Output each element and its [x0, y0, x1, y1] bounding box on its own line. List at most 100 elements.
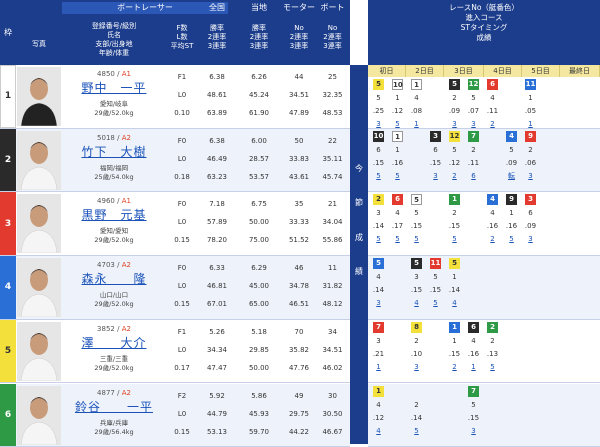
racer-info: 4877 / A2 鈴谷 一平 兵庫/兵庫 29歳/56.4kg: [62, 384, 166, 447]
race-no-badge: 10: [373, 131, 384, 142]
race-result-link[interactable]: 5: [407, 233, 426, 245]
current-series-label: 今 節 成 績: [350, 65, 368, 444]
race-no-badge: 12: [468, 79, 479, 90]
racer-class: A1: [122, 197, 131, 205]
race-result-link[interactable]: 3: [464, 425, 483, 437]
entry-course: 2: [407, 335, 426, 347]
entry-course: 4: [483, 92, 502, 104]
racer-fl-st: F0 L0 0.18: [166, 129, 198, 192]
race-result-link[interactable]: 5: [369, 233, 388, 245]
racer-name-link[interactable]: 澤 大介: [62, 334, 166, 351]
racer-photo: [17, 131, 61, 190]
st-timing: .06: [521, 157, 540, 169]
entry-course: 1: [445, 271, 464, 283]
legend-race-no: レースNo（艇番色）: [368, 3, 600, 13]
race-no-badge: 5: [411, 194, 422, 205]
racer-zenkoku: 5.92 44.79 53.13: [198, 384, 236, 447]
race-result-link[interactable]: 3: [521, 170, 540, 182]
racer-info: 4960 / A1 黒野 元基 愛知/愛知 29歳/52.0kg: [62, 192, 166, 255]
racer-name-link[interactable]: 竹下 大樹: [62, 143, 166, 160]
racer-branch: 兵庫/兵庫: [62, 419, 166, 428]
race-result-link[interactable]: 5: [445, 233, 464, 245]
race-result-link[interactable]: 5: [407, 425, 426, 437]
racer-zenkoku: 6.38 46.49 63.23: [198, 129, 236, 192]
race-no-badge: 1: [411, 79, 422, 90]
racer-boat: 11 31.82 48.12: [315, 256, 350, 319]
racer-fl-st: F0 L0 0.15: [166, 192, 198, 255]
race-result-link[interactable]: 3: [407, 361, 426, 373]
racer-table-header: ボートレーサー 全国 当地 モーター ボート 枠 写真 登録番号/級別氏名 支部…: [0, 0, 350, 65]
race-result-link[interactable]: 2: [445, 170, 464, 182]
motor-title: モーター: [280, 2, 318, 14]
racer-photo: [17, 67, 61, 126]
race-result-link[interactable]: 5: [369, 170, 388, 182]
racer-branch: 愛知/岐阜: [62, 100, 166, 109]
entry-course: 6: [521, 207, 540, 219]
race-no-badge: 1: [449, 322, 460, 333]
racer-motor: 46 34.78 46.51: [280, 256, 318, 319]
race-no-badge: 12: [449, 131, 460, 142]
st-timing: .11: [464, 157, 483, 169]
boat-header: No2連率3連率: [315, 24, 350, 51]
st-timing: .25: [369, 105, 388, 117]
racer-row: 4 4703 / A2 森永 隆 山口/山口 29歳/52.0kg F0 L0 …: [0, 256, 350, 320]
race-result-link[interactable]: 5: [483, 361, 502, 373]
racer-name-link[interactable]: 野中 一平: [62, 79, 166, 96]
race-no-badge: 9: [525, 131, 536, 142]
race-result-link[interactable]: 3: [369, 297, 388, 309]
race-result-link[interactable]: 3: [521, 233, 540, 245]
race-no-badge: 5: [373, 79, 384, 90]
racer-boat: 25 32.35 48.53: [315, 65, 350, 128]
race-no-badge: 4: [487, 194, 498, 205]
stats-header: F数L数平均ST: [166, 24, 198, 51]
st-timing: .15: [426, 157, 445, 169]
racer-touchi: 6.75 50.00 75.00: [240, 192, 278, 255]
st-timing: .05: [521, 105, 540, 117]
race-result-link[interactable]: 5: [502, 233, 521, 245]
st-timing: .16: [464, 348, 483, 360]
st-timing: .13: [483, 348, 502, 360]
race-result-link[interactable]: 5: [388, 170, 407, 182]
race-result-link[interactable]: 1: [369, 361, 388, 373]
entry-course: 4: [407, 92, 426, 104]
racer-boat: 30 30.50 46.67: [315, 384, 350, 447]
race-result-link[interactable]: 3: [426, 170, 445, 182]
race-no-badge: 3: [430, 131, 441, 142]
race-result-link[interactable]: 6: [464, 170, 483, 182]
racer-fl-st: F2 L0 0.15: [166, 384, 198, 447]
racer-boat: 21 34.04 55.86: [315, 192, 350, 255]
racer-fl-st: F1 L0 0.17: [166, 320, 198, 383]
entry-course: 1: [445, 335, 464, 347]
race-result-link[interactable]: 2: [483, 233, 502, 245]
race-no-badge: 3: [525, 194, 536, 205]
touchi-title: 当地: [240, 2, 278, 14]
st-timing: .15: [407, 284, 426, 296]
race-no-badge: 1: [373, 386, 384, 397]
race-result-link[interactable]: 2: [445, 361, 464, 373]
race-no-badge: 5: [373, 258, 384, 269]
entry-course: 5: [445, 144, 464, 156]
race-result-link[interactable]: 5: [426, 297, 445, 309]
race-result-link[interactable]: 5: [388, 233, 407, 245]
result-row: [368, 256, 600, 320]
entry-course: 5: [502, 144, 521, 156]
race-result-link[interactable]: 転: [502, 170, 521, 182]
race-result-link[interactable]: 4: [407, 297, 426, 309]
racer-name-link[interactable]: 黒野 元基: [62, 206, 166, 223]
racer-name-link[interactable]: 鈴谷 一平: [62, 398, 166, 415]
racer-name-link[interactable]: 森永 隆: [62, 270, 166, 287]
racer-row: 5 3852 / A2 澤 大介 三重/三重 29歳/52.0kg F1 L0 …: [0, 320, 350, 384]
st-timing: .09: [521, 220, 540, 232]
race-result-link[interactable]: 1: [464, 361, 483, 373]
st-timing: .15: [369, 157, 388, 169]
racer-info: 5018 / A2 竹下 大樹 福岡/福岡 25歳/54.0kg: [62, 129, 166, 192]
racer-info: 3852 / A2 澤 大介 三重/三重 29歳/52.0kg: [62, 320, 166, 383]
racer-row: 3 4960 / A1 黒野 元基 愛知/愛知 29歳/52.0kg F0 L0…: [0, 192, 350, 256]
race-result-link[interactable]: 4: [445, 297, 464, 309]
racer-motor: 35 33.33 51.52: [280, 192, 318, 255]
race-no-badge: 6: [487, 79, 498, 90]
racer-info: 4850 / A1 野中 一平 愛知/岐阜 29歳/52.0kg: [62, 65, 166, 128]
waku-number: 5: [0, 320, 16, 383]
race-result-link[interactable]: 4: [369, 425, 388, 437]
entry-course: 5: [464, 399, 483, 411]
